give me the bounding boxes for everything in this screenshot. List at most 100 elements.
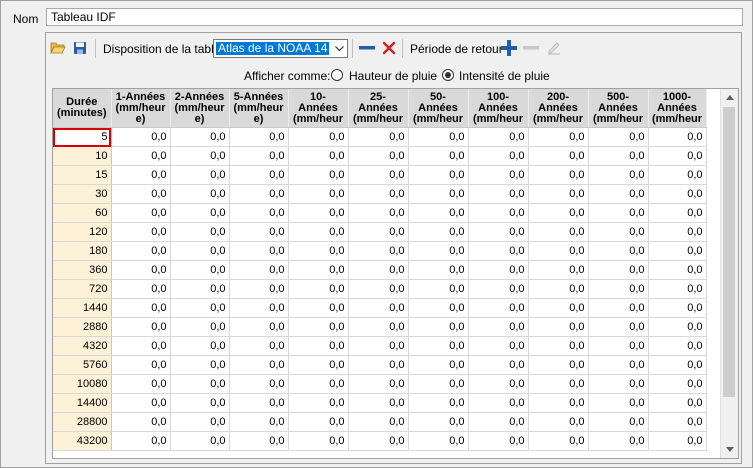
intensity-cell[interactable]: 0,0 bbox=[588, 298, 649, 318]
intensity-cell[interactable]: 0,0 bbox=[348, 355, 409, 375]
duration-cell[interactable]: 15 bbox=[53, 165, 112, 185]
intensity-cell[interactable]: 0,0 bbox=[288, 241, 349, 261]
intensity-cell[interactable]: 0,0 bbox=[170, 127, 230, 147]
intensity-cell[interactable]: 0,0 bbox=[229, 317, 289, 337]
nom-input[interactable]: Tableau IDF bbox=[46, 8, 743, 26]
column-header-period[interactable]: 2-Années (mm/heur e) bbox=[170, 89, 230, 128]
intensity-cell[interactable]: 0,0 bbox=[468, 336, 529, 356]
remove-period-icon[interactable] bbox=[522, 40, 540, 56]
intensity-cell[interactable]: 0,0 bbox=[229, 222, 289, 242]
intensity-cell[interactable]: 0,0 bbox=[348, 203, 409, 223]
add-period-icon[interactable] bbox=[500, 40, 518, 56]
duration-cell[interactable]: 360 bbox=[53, 260, 112, 280]
intensity-cell[interactable]: 0,0 bbox=[528, 374, 589, 394]
intensity-cell[interactable]: 0,0 bbox=[288, 184, 349, 204]
intensity-cell[interactable]: 0,0 bbox=[468, 279, 529, 299]
column-header-period[interactable]: 200- Années (mm/heur bbox=[528, 89, 589, 128]
intensity-cell[interactable]: 0,0 bbox=[648, 165, 707, 185]
intensity-cell[interactable]: 0,0 bbox=[588, 393, 649, 413]
intensity-cell[interactable]: 0,0 bbox=[528, 393, 589, 413]
intensity-cell[interactable]: 0,0 bbox=[111, 260, 171, 280]
intensity-cell[interactable]: 0,0 bbox=[528, 298, 589, 318]
intensity-cell[interactable]: 0,0 bbox=[648, 355, 707, 375]
intensity-cell[interactable]: 0,0 bbox=[648, 184, 707, 204]
intensity-cell[interactable]: 0,0 bbox=[528, 279, 589, 299]
intensity-cell[interactable]: 0,0 bbox=[229, 355, 289, 375]
intensity-cell[interactable]: 0,0 bbox=[528, 222, 589, 242]
intensity-cell[interactable]: 0,0 bbox=[408, 241, 469, 261]
intensity-cell[interactable]: 0,0 bbox=[288, 298, 349, 318]
intensity-cell[interactable]: 0,0 bbox=[348, 222, 409, 242]
intensity-cell[interactable]: 0,0 bbox=[648, 393, 707, 413]
intensity-cell[interactable]: 0,0 bbox=[288, 203, 349, 223]
intensity-cell[interactable]: 0,0 bbox=[170, 412, 230, 432]
duration-cell[interactable]: 14400 bbox=[53, 393, 112, 413]
intensity-cell[interactable]: 0,0 bbox=[229, 298, 289, 318]
intensity-cell[interactable]: 0,0 bbox=[170, 355, 230, 375]
intensity-cell[interactable]: 0,0 bbox=[408, 146, 469, 166]
intensity-cell[interactable]: 0,0 bbox=[528, 412, 589, 432]
intensity-cell[interactable]: 0,0 bbox=[111, 298, 171, 318]
duration-cell[interactable]: 60 bbox=[53, 203, 112, 223]
intensity-cell[interactable]: 0,0 bbox=[648, 317, 707, 337]
intensity-cell[interactable]: 0,0 bbox=[648, 298, 707, 318]
radio-intensite[interactable] bbox=[442, 69, 454, 81]
intensity-cell[interactable]: 0,0 bbox=[528, 203, 589, 223]
intensity-cell[interactable]: 0,0 bbox=[348, 393, 409, 413]
intensity-cell[interactable]: 0,0 bbox=[170, 393, 230, 413]
intensity-cell[interactable]: 0,0 bbox=[468, 260, 529, 280]
intensity-cell[interactable]: 0,0 bbox=[288, 127, 349, 147]
intensity-cell[interactable]: 0,0 bbox=[170, 431, 230, 451]
intensity-cell[interactable]: 0,0 bbox=[229, 241, 289, 261]
intensity-cell[interactable]: 0,0 bbox=[229, 279, 289, 299]
intensity-cell[interactable]: 0,0 bbox=[288, 260, 349, 280]
intensity-cell[interactable]: 0,0 bbox=[348, 184, 409, 204]
intensity-cell[interactable]: 0,0 bbox=[588, 241, 649, 261]
intensity-cell[interactable]: 0,0 bbox=[111, 127, 171, 147]
intensity-cell[interactable]: 0,0 bbox=[648, 222, 707, 242]
intensity-cell[interactable]: 0,0 bbox=[588, 336, 649, 356]
intensity-cell[interactable]: 0,0 bbox=[111, 374, 171, 394]
intensity-cell[interactable]: 0,0 bbox=[170, 146, 230, 166]
intensity-cell[interactable]: 0,0 bbox=[348, 374, 409, 394]
duration-cell[interactable]: 1440 bbox=[53, 298, 112, 318]
intensity-cell[interactable]: 0,0 bbox=[468, 241, 529, 261]
intensity-cell[interactable]: 0,0 bbox=[648, 241, 707, 261]
intensity-cell[interactable]: 0,0 bbox=[229, 336, 289, 356]
intensity-cell[interactable]: 0,0 bbox=[111, 431, 171, 451]
duration-cell[interactable]: 2880 bbox=[53, 317, 112, 337]
duration-cell[interactable]: 720 bbox=[53, 279, 112, 299]
intensity-cell[interactable]: 0,0 bbox=[288, 222, 349, 242]
intensity-cell[interactable]: 0,0 bbox=[229, 412, 289, 432]
intensity-cell[interactable]: 0,0 bbox=[468, 298, 529, 318]
intensity-cell[interactable]: 0,0 bbox=[408, 412, 469, 432]
intensity-cell[interactable]: 0,0 bbox=[528, 260, 589, 280]
intensity-cell[interactable]: 0,0 bbox=[468, 165, 529, 185]
column-header-duree[interactable]: Durée (minutes) bbox=[53, 89, 112, 128]
intensity-cell[interactable]: 0,0 bbox=[648, 431, 707, 451]
intensity-cell[interactable]: 0,0 bbox=[229, 146, 289, 166]
intensity-cell[interactable]: 0,0 bbox=[468, 374, 529, 394]
intensity-cell[interactable]: 0,0 bbox=[528, 127, 589, 147]
duration-cell[interactable]: 10 bbox=[53, 146, 112, 166]
column-header-period[interactable]: 5-Années (mm/heur e) bbox=[229, 89, 289, 128]
intensity-cell[interactable]: 0,0 bbox=[170, 184, 230, 204]
column-header-period[interactable]: 10- Années (mm/heur bbox=[288, 89, 349, 128]
intensity-cell[interactable]: 0,0 bbox=[528, 184, 589, 204]
intensity-cell[interactable]: 0,0 bbox=[348, 127, 409, 147]
intensity-cell[interactable]: 0,0 bbox=[648, 279, 707, 299]
scroll-down-icon[interactable] bbox=[721, 441, 738, 458]
intensity-cell[interactable]: 0,0 bbox=[408, 222, 469, 242]
intensity-cell[interactable]: 0,0 bbox=[528, 431, 589, 451]
intensity-cell[interactable]: 0,0 bbox=[408, 317, 469, 337]
intensity-cell[interactable]: 0,0 bbox=[528, 241, 589, 261]
intensity-cell[interactable]: 0,0 bbox=[111, 165, 171, 185]
intensity-cell[interactable]: 0,0 bbox=[468, 431, 529, 451]
intensity-cell[interactable]: 0,0 bbox=[348, 317, 409, 337]
intensity-cell[interactable]: 0,0 bbox=[170, 241, 230, 261]
intensity-cell[interactable]: 0,0 bbox=[348, 431, 409, 451]
duration-cell[interactable]: 4320 bbox=[53, 336, 112, 356]
intensity-cell[interactable]: 0,0 bbox=[111, 146, 171, 166]
intensity-cell[interactable]: 0,0 bbox=[111, 203, 171, 223]
intensity-cell[interactable]: 0,0 bbox=[229, 165, 289, 185]
